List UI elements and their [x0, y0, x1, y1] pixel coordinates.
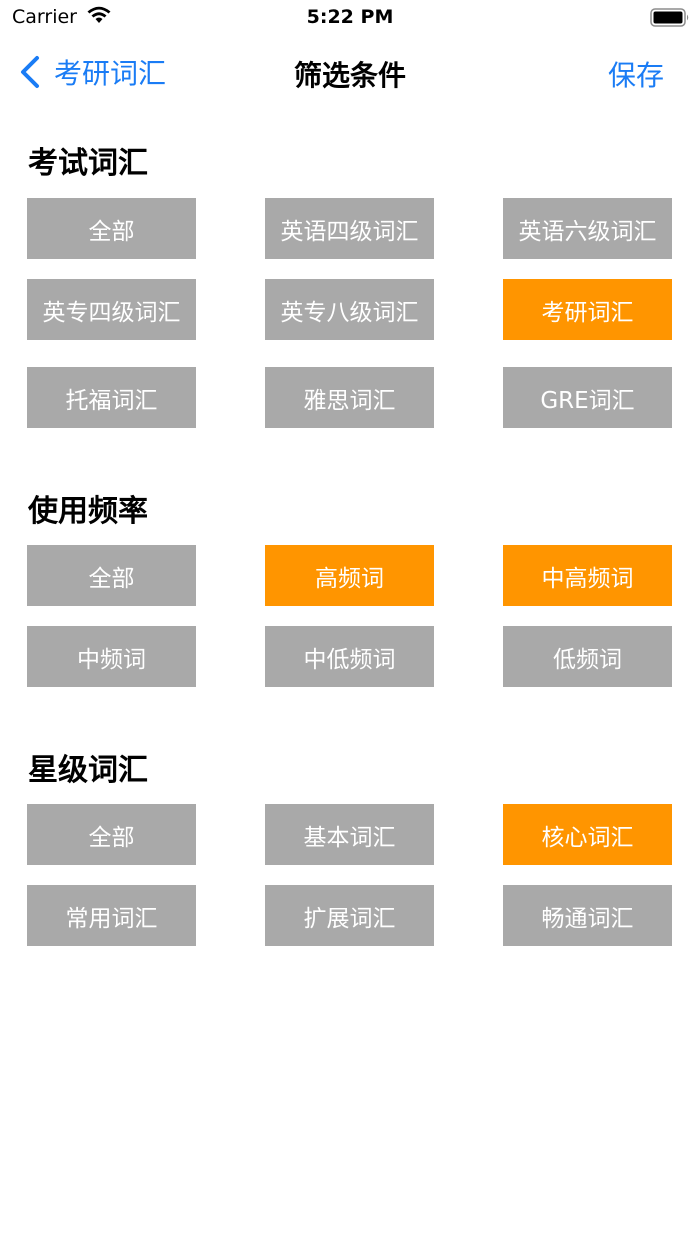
status-bar: Carrier 5:22 PM — [0, 0, 700, 36]
filter-chip-extended[interactable]: 扩展词汇 — [265, 885, 434, 946]
filter-chip-ielts[interactable]: 雅思词汇 — [265, 367, 434, 428]
filter-chip-basic[interactable]: 基本词汇 — [265, 804, 434, 865]
filter-chip-low-frequency[interactable]: 低频词 — [503, 626, 672, 687]
filter-chip-core[interactable]: 核心词汇 — [503, 804, 672, 865]
filter-chip-common[interactable]: 常用词汇 — [27, 885, 196, 946]
filter-chip-high-frequency[interactable]: 高频词 — [265, 545, 434, 606]
filter-chip-frequency-all[interactable]: 全部 — [27, 545, 196, 606]
section-title-star-vocab: 星级词汇 — [28, 753, 148, 788]
filter-chip-tem4[interactable]: 英专四级词汇 — [27, 279, 196, 340]
filter-chip-gre[interactable]: GRE词汇 — [503, 367, 672, 428]
section-title-exam-vocab: 考试词汇 — [28, 146, 148, 181]
filter-chip-fluent[interactable]: 畅通词汇 — [503, 885, 672, 946]
battery-icon — [650, 8, 689, 27]
filter-chip-star-all[interactable]: 全部 — [27, 804, 196, 865]
filter-chip-tem8[interactable]: 英专八级词汇 — [265, 279, 434, 340]
filter-chip-toefl[interactable]: 托福词汇 — [27, 367, 196, 428]
save-button[interactable]: 保存 — [608, 54, 664, 94]
filter-chip-mid-low-frequency[interactable]: 中低频词 — [265, 626, 434, 687]
filter-chip-exam-all[interactable]: 全部 — [27, 198, 196, 259]
filter-chip-cet6[interactable]: 英语六级词汇 — [503, 198, 672, 259]
status-time: 5:22 PM — [306, 6, 394, 28]
section-title-frequency: 使用频率 — [28, 494, 148, 529]
page-title: 筛选条件 — [293, 59, 406, 92]
filter-chip-mid-frequency[interactable]: 中频词 — [27, 626, 196, 687]
filter-chip-kaoyan[interactable]: 考研词汇 — [503, 279, 672, 340]
navigation-bar: 考研词汇 筛选条件 保存 — [0, 40, 700, 104]
filter-chip-mid-high-frequency[interactable]: 中高频词 — [503, 545, 672, 606]
filter-chip-cet4[interactable]: 英语四级词汇 — [265, 198, 434, 259]
